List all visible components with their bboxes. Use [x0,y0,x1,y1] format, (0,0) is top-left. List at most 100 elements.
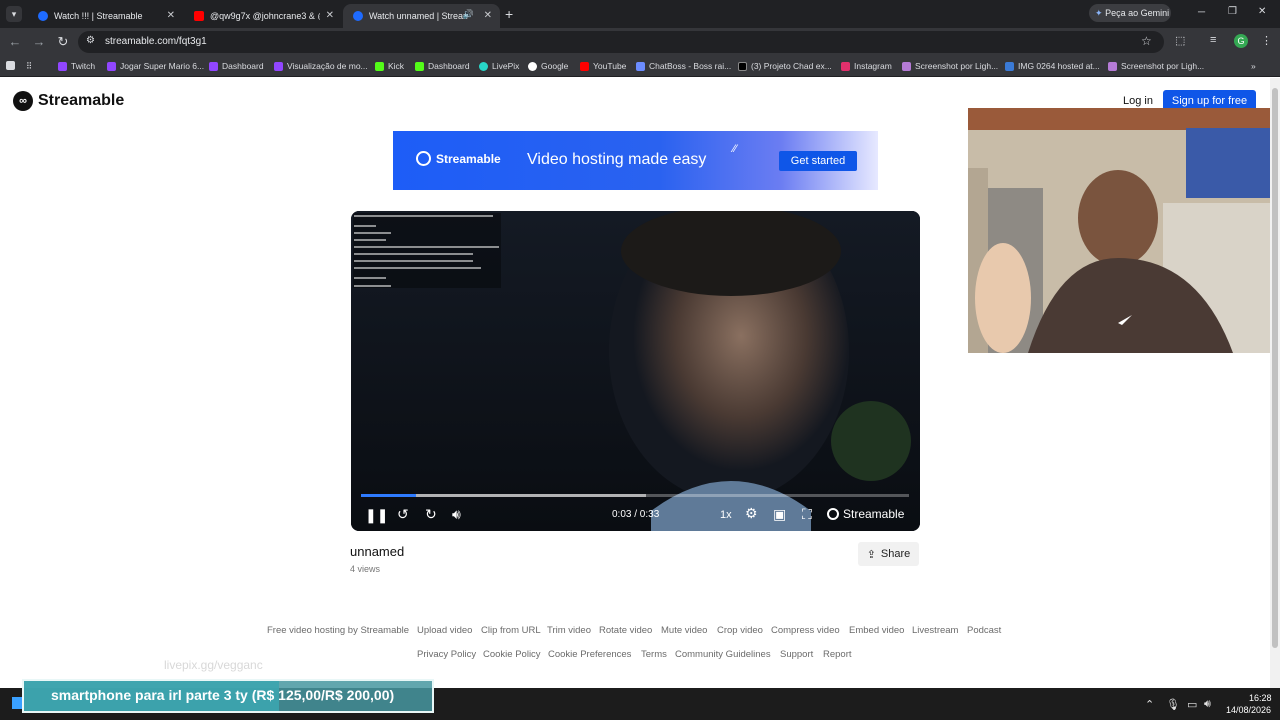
media-icon[interactable]: ≡ [1210,34,1216,46]
tab-watch-streamable[interactable]: Watch !!! | Streamable ✕ [28,4,183,28]
donation-goal-text: smartphone para irl parte 3 ty (R$ 125,0… [51,687,395,703]
footer-link[interactable]: Livestream [912,625,958,636]
video-title: unnamed [350,544,405,559]
reload-icon[interactable]: ↻ [55,34,71,50]
microphone-icon[interactable]: 🎙︎ [1166,698,1180,711]
speaker-icon[interactable]: 🔊 [463,9,474,20]
footer-link[interactable]: Mute video [661,625,707,636]
footer-link[interactable]: Free video hosting by Streamable [267,625,409,636]
close-icon[interactable]: ✕ [326,10,334,21]
bookmark-item[interactable]: YouTube [580,61,626,71]
bookmark-item[interactable]: Screenshot por Ligh... [902,61,998,71]
footer-link[interactable]: Crop video [717,625,763,636]
tab-watch-unnamed[interactable]: Watch unnamed | Streamab... 🔊 ✕ [343,4,500,28]
tab-search-icon[interactable]: ▾ [6,6,22,22]
browser-tab-strip: ▾ Watch !!! | Streamable ✕ @qw9g7x @john… [0,0,1280,28]
banner-logo: Streamable [416,151,501,166]
bookmark-item[interactable]: (3) Projeto Chad ex... [738,61,832,71]
footer-link[interactable]: Support [780,649,813,660]
bookmark-item[interactable]: Visualização de mo... [274,61,368,71]
bookmark-item[interactable]: Kick [375,61,404,71]
speed-button[interactable]: 1x [720,509,732,521]
bookmark-item[interactable]: LivePix [479,61,519,71]
video-frame [351,211,920,531]
close-icon[interactable]: ✕ [167,10,175,21]
twitch-icon [274,61,283,71]
footer-link[interactable]: Upload video [417,625,472,636]
display-icon[interactable]: ▭ [1187,698,1197,711]
page-scrollbar[interactable] [1270,78,1280,688]
volume-tray-icon[interactable]: 🔊︎ [1204,698,1211,711]
bookmark-item[interactable]: Twitch [58,61,95,71]
menu-icon[interactable]: ⋮ [1261,34,1272,47]
footer-link[interactable]: Cookie Policy [483,649,541,660]
apps-icon[interactable]: ⠿ [26,61,32,72]
footer-link[interactable]: Community Guidelines [675,649,771,660]
youtube-icon [580,61,589,71]
banner-get-started-button[interactable]: Get started [779,151,857,171]
maximize-icon[interactable]: ❐ [1228,6,1237,17]
clock-date[interactable]: 14/08/2026 [1226,705,1271,715]
bookmark-item[interactable]: Screenshot por Ligh... [1108,61,1204,71]
bookmark-item[interactable]: ChatBoss - Boss rai... [636,61,731,71]
tab-youtube[interactable]: @qw9g7x @johncrane3 & @m... ✕ [184,4,342,28]
footer-link[interactable]: Compress video [771,625,840,636]
bookmark-item[interactable]: Google [528,61,568,71]
more-bookmarks-icon[interactable]: » [1251,61,1256,71]
tab-title: @qw9g7x @johncrane3 & @m... [210,11,320,21]
footer-link[interactable]: Terms [641,649,667,660]
streamable-logo-icon: ∞ [13,91,33,111]
forward-skip-icon[interactable]: ↻ [425,506,437,523]
gemini-icon: ✦ [1095,8,1103,18]
pause-icon[interactable]: ❚❚ [365,507,388,524]
x-icon [738,61,747,71]
new-tab-button[interactable]: + [505,6,513,22]
bookmark-folder-icon[interactable] [6,61,19,70]
bookmark-item[interactable]: Jogar Super Mario 6... [107,61,204,71]
footer-link[interactable]: Report [823,649,852,660]
footer-link[interactable]: Embed video [849,625,904,636]
login-link[interactable]: Log in [1123,95,1153,107]
scrollbar-thumb[interactable] [1272,88,1278,648]
url-text[interactable]: streamable.com/fqt3g1 [105,36,207,47]
rewind-icon[interactable]: ↺ [397,506,409,523]
progress-track[interactable] [361,494,909,497]
footer-link[interactable]: Cookie Preferences [548,649,631,660]
footer-link[interactable]: Trim video [547,625,591,636]
bookmark-item[interactable]: Dashboard [415,61,470,71]
share-button[interactable]: ⇪ Share [858,542,919,566]
footer-link[interactable]: Rotate video [599,625,652,636]
tray-expand-icon[interactable]: ⌃ [1145,698,1154,711]
clock-time[interactable]: 16:28 [1249,693,1272,703]
extensions-icon[interactable]: ⬚ [1175,34,1185,47]
video-player[interactable]: ❚❚ ↺ ↻ 🔊︎ 0:03 / 0:33 1x ⚙ ▣ ⛶ Streamabl… [351,211,920,531]
close-window-icon[interactable]: ✕ [1258,6,1266,17]
bookmark-item[interactable]: IMG 0264 hosted at... [1005,61,1100,71]
livepix-watermark: livepix.gg/vegganc [164,658,263,672]
tab-title: Watch unnamed | Streamab... [369,11,469,21]
volume-icon[interactable]: 🔊︎ [452,506,461,523]
site-logo[interactable]: ∞ Streamable [13,91,124,111]
site-info-icon[interactable]: ⚙ [86,35,95,46]
promo-banner[interactable]: Streamable Video hosting made easy ⁄⁄ Ge… [393,131,878,190]
fullscreen-icon[interactable]: ⛶ [802,506,812,523]
forward-icon[interactable]: → [31,34,47,50]
footer-link[interactable]: Privacy Policy [417,649,476,660]
profile-avatar[interactable]: G [1234,34,1248,48]
player-brand[interactable]: Streamable [827,507,904,521]
settings-icon[interactable]: ⚙ [745,505,758,522]
picture-in-picture-icon[interactable]: ▣ [773,506,786,523]
footer-link[interactable]: Podcast [967,625,1001,636]
bookmark-item[interactable]: Dashboard [209,61,264,71]
bookmark-item[interactable]: Instagram [841,61,892,71]
google-icon [528,61,537,71]
omnibox[interactable]: ⚙ [78,31,1164,53]
gemini-button[interactable]: ✦ Peça ao Gemini [1089,4,1171,22]
sparkle-icon: ⁄⁄ [733,143,737,155]
bookmark-star-icon[interactable]: ☆ [1141,34,1152,48]
minimize-icon[interactable]: ─ [1198,7,1205,18]
streamable-favicon [353,11,363,21]
footer-link[interactable]: Clip from URL [481,625,541,636]
close-icon[interactable]: ✕ [484,10,492,21]
back-icon[interactable]: ← [7,34,23,50]
